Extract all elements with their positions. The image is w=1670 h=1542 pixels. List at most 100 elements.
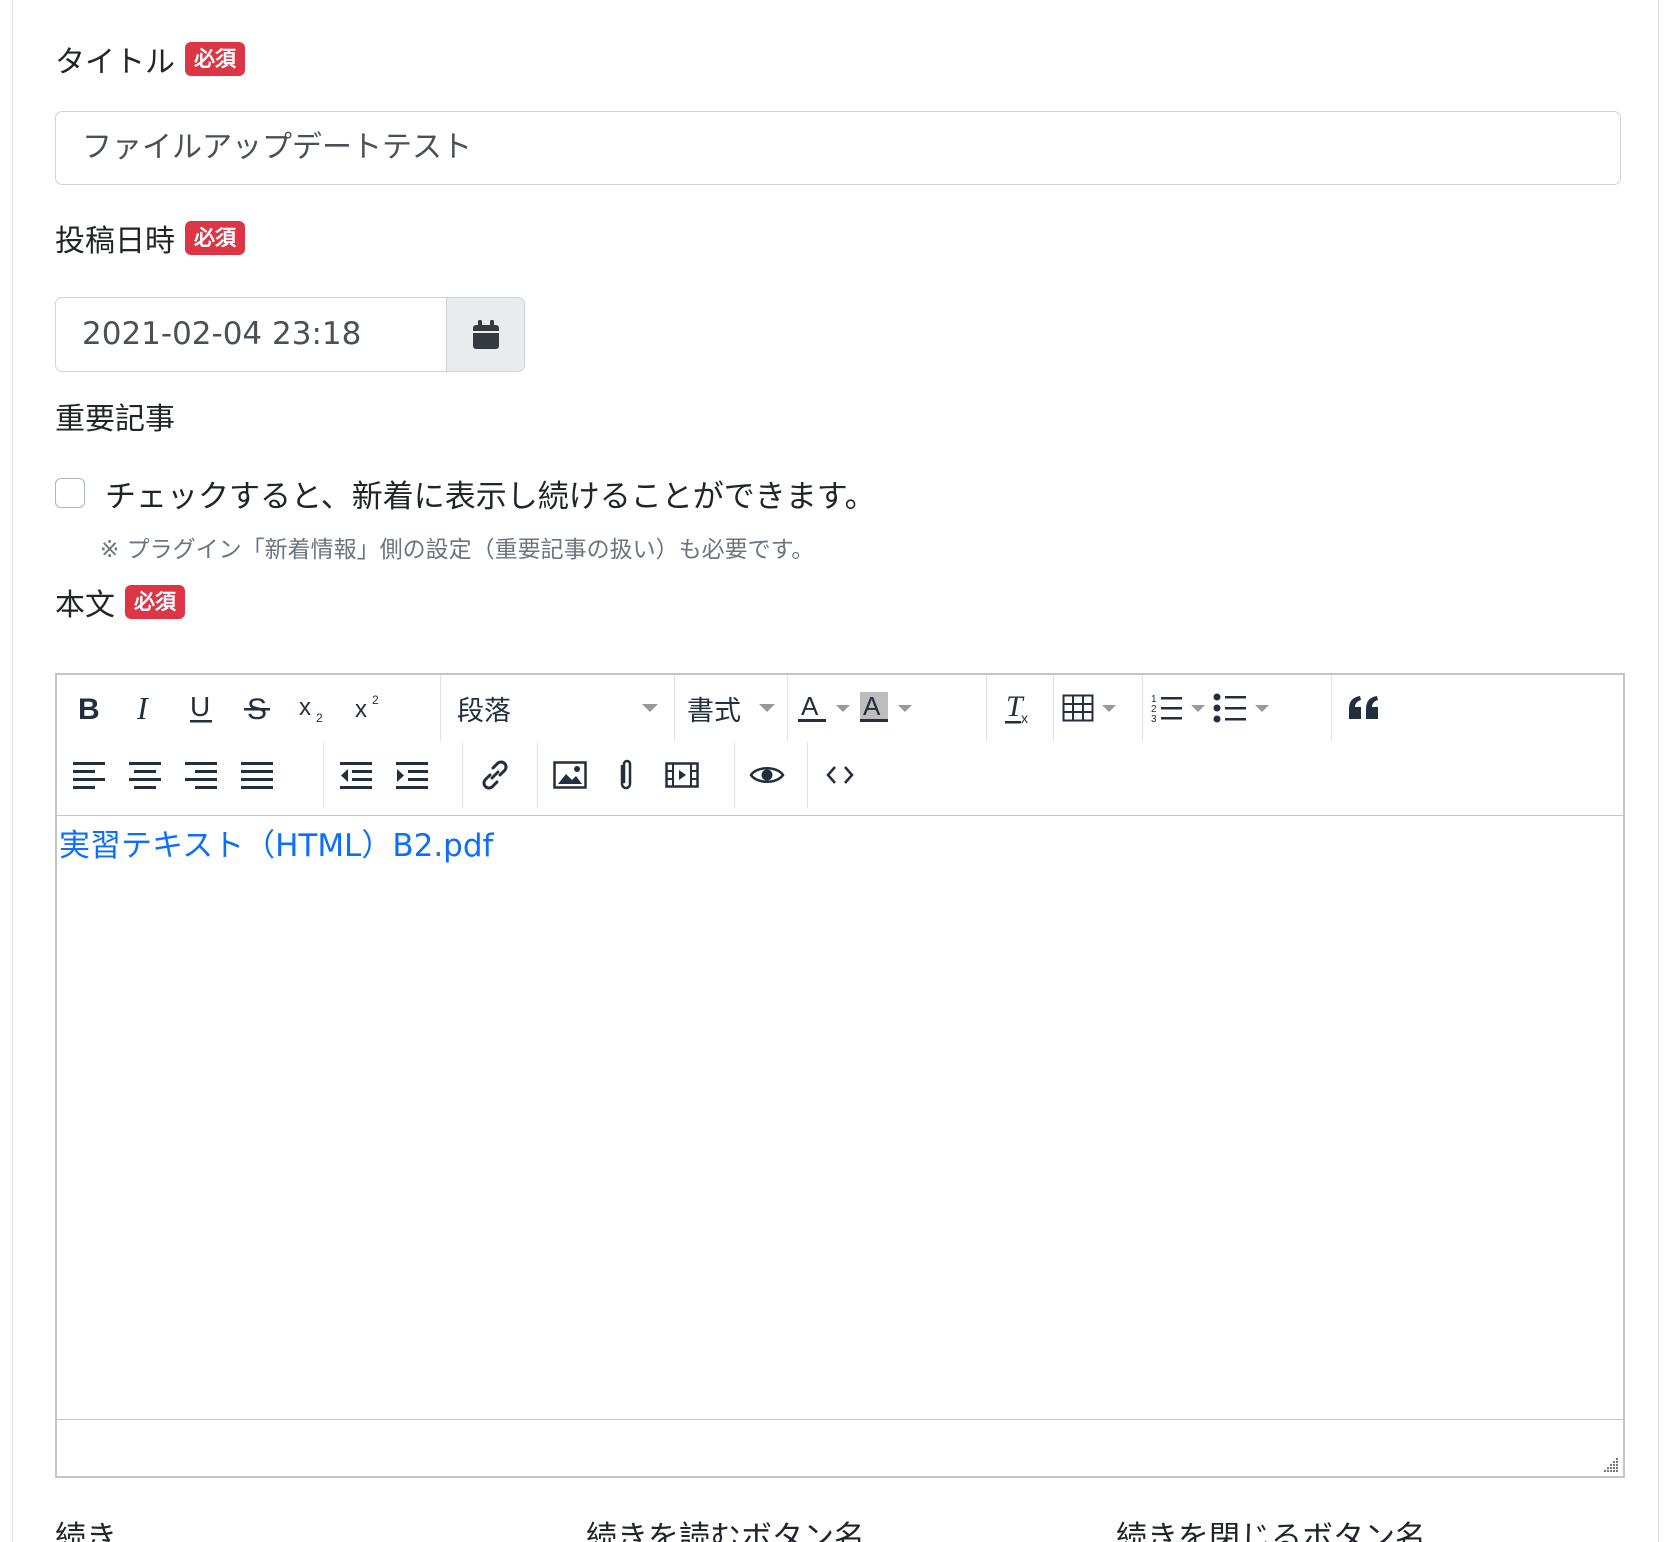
date-required-badge: 必須 [185,221,245,255]
svg-text:B: B [78,693,100,723]
format-menu[interactable]: 書式 [675,680,787,736]
toolbar-group-clear: Tx [987,675,1054,741]
title-label: タイトル [55,45,175,80]
insert-image-button[interactable] [542,747,598,803]
align-center-button[interactable] [117,747,173,803]
align-left-button[interactable] [61,747,117,803]
background-color-button[interactable]: A [854,680,916,736]
editor-content-area[interactable]: 実習テキスト（HTML）B2.pdf [57,816,1623,1418]
title-label-row: タイトル 必須 [55,37,245,81]
toolbar-group-text-style: B I U S x2 x2 [57,675,441,741]
blockquote-button[interactable] [1336,680,1392,736]
important-label-row: 重要記事 [55,394,175,438]
strikethrough-icon: S [244,693,270,723]
important-checkbox-row: チェックすると、新着に表示し続けることができます。 [55,471,876,516]
chevron-down-icon [642,704,658,712]
svg-text:x: x [355,696,367,723]
svg-text:A: A [863,691,881,721]
important-checkbox-label[interactable]: チェックすると、新着に表示し続けることができます。 [105,471,876,516]
date-input[interactable]: 2021-02-04 23:18 [55,297,446,372]
body-label-row: 本文 必須 [55,580,185,624]
toolbar-group-table [1054,675,1143,741]
preview-button[interactable] [739,747,795,803]
underline-button[interactable]: U [173,680,229,736]
strikethrough-button[interactable]: S [229,680,285,736]
post-edit-form: タイトル 必須 ファイルアップデートテスト 投稿日時 必須 2021-02-04… [0,0,1670,1542]
resize-handle-icon[interactable] [1601,1455,1619,1473]
align-right-icon [185,762,217,789]
bullet-list-button[interactable] [1209,680,1273,736]
image-icon [553,761,587,789]
important-checkbox[interactable] [55,478,85,508]
toolbar-group-format: 書式 [675,675,788,741]
subscript-button[interactable]: x2 [285,680,341,736]
toolbar-group-align [57,742,324,808]
body-required-badge: 必須 [125,585,185,619]
title-required-badge: 必須 [185,42,245,76]
important-label: 重要記事 [55,402,175,437]
chevron-down-icon [898,704,912,712]
attached-file-link[interactable]: 実習テキスト（HTML）B2.pdf [59,828,493,864]
read-more-button-name-label: 続きを読むボタン名 [586,1520,865,1542]
superscript-button[interactable]: x2 [341,680,397,736]
text-color-button[interactable]: A [792,680,854,736]
svg-text:x: x [299,694,311,721]
text-color-icon: A [798,691,826,722]
svg-text:A: A [801,691,819,721]
date-label: 投稿日時 [55,224,175,259]
outdent-icon [340,762,372,789]
svg-text:I: I [136,693,149,723]
chevron-down-icon [1191,704,1205,712]
numbered-list-icon: 123 [1151,694,1182,724]
indent-icon [396,762,428,789]
chevron-down-icon [1102,704,1116,712]
calendar-button[interactable] [446,297,525,372]
align-justify-icon [241,762,273,789]
insert-link-button[interactable] [467,747,523,803]
date-input-group: 2021-02-04 23:18 [55,297,525,372]
calendar-icon [472,319,499,349]
close-button-name-label: 続きを閉じるボタン名 [1116,1520,1426,1542]
bold-button[interactable]: B [61,680,117,736]
italic-icon: I [136,693,149,723]
format-menu-label: 書式 [687,695,741,727]
toolbar-row-1: B I U S x2 x2 段落 書式 A A T x 1 2 3 [57,675,1410,741]
italic-button[interactable]: I [117,680,173,736]
background-color-icon: A [860,691,888,722]
chevron-down-icon [759,704,775,712]
table-button[interactable] [1058,680,1120,736]
source-code-button[interactable] [812,747,868,803]
align-center-icon [129,762,161,789]
bold-icon: B [78,693,100,723]
align-left-icon [73,762,105,789]
toolbar-group-media [538,742,735,808]
toolbar-group-preview [735,742,808,808]
svg-text:x: x [1021,710,1028,725]
attach-file-button[interactable] [598,747,654,803]
chevron-down-icon [836,704,850,712]
editor-statusbar [57,1419,1623,1477]
superscript-icon: x2 [355,693,379,723]
align-justify-button[interactable] [229,747,285,803]
toolbar-group-link [463,742,538,808]
title-input[interactable]: ファイルアップデートテスト [55,111,1621,185]
bullet-list-icon [1213,693,1246,723]
numbered-list-button[interactable]: 123 [1147,680,1209,736]
body-label: 本文 [55,588,115,623]
preview-icon [749,767,785,783]
outdent-button[interactable] [328,747,384,803]
underline-icon: U [190,692,212,723]
subscript-icon: x2 [299,694,323,723]
svg-text:2: 2 [316,711,323,723]
block-format-select[interactable]: 段落 [441,680,674,736]
toolbar-group-color: A A [788,675,987,741]
attachment-icon [620,759,632,790]
toolbar-row-2 [57,742,882,808]
align-right-button[interactable] [173,747,229,803]
clear-formatting-button[interactable]: Tx [991,680,1047,736]
insert-media-button[interactable] [654,747,710,803]
svg-text:2: 2 [372,693,379,707]
indent-button[interactable] [384,747,440,803]
chevron-down-icon [1255,704,1269,712]
toolbar-group-lists: 123 [1143,675,1332,741]
